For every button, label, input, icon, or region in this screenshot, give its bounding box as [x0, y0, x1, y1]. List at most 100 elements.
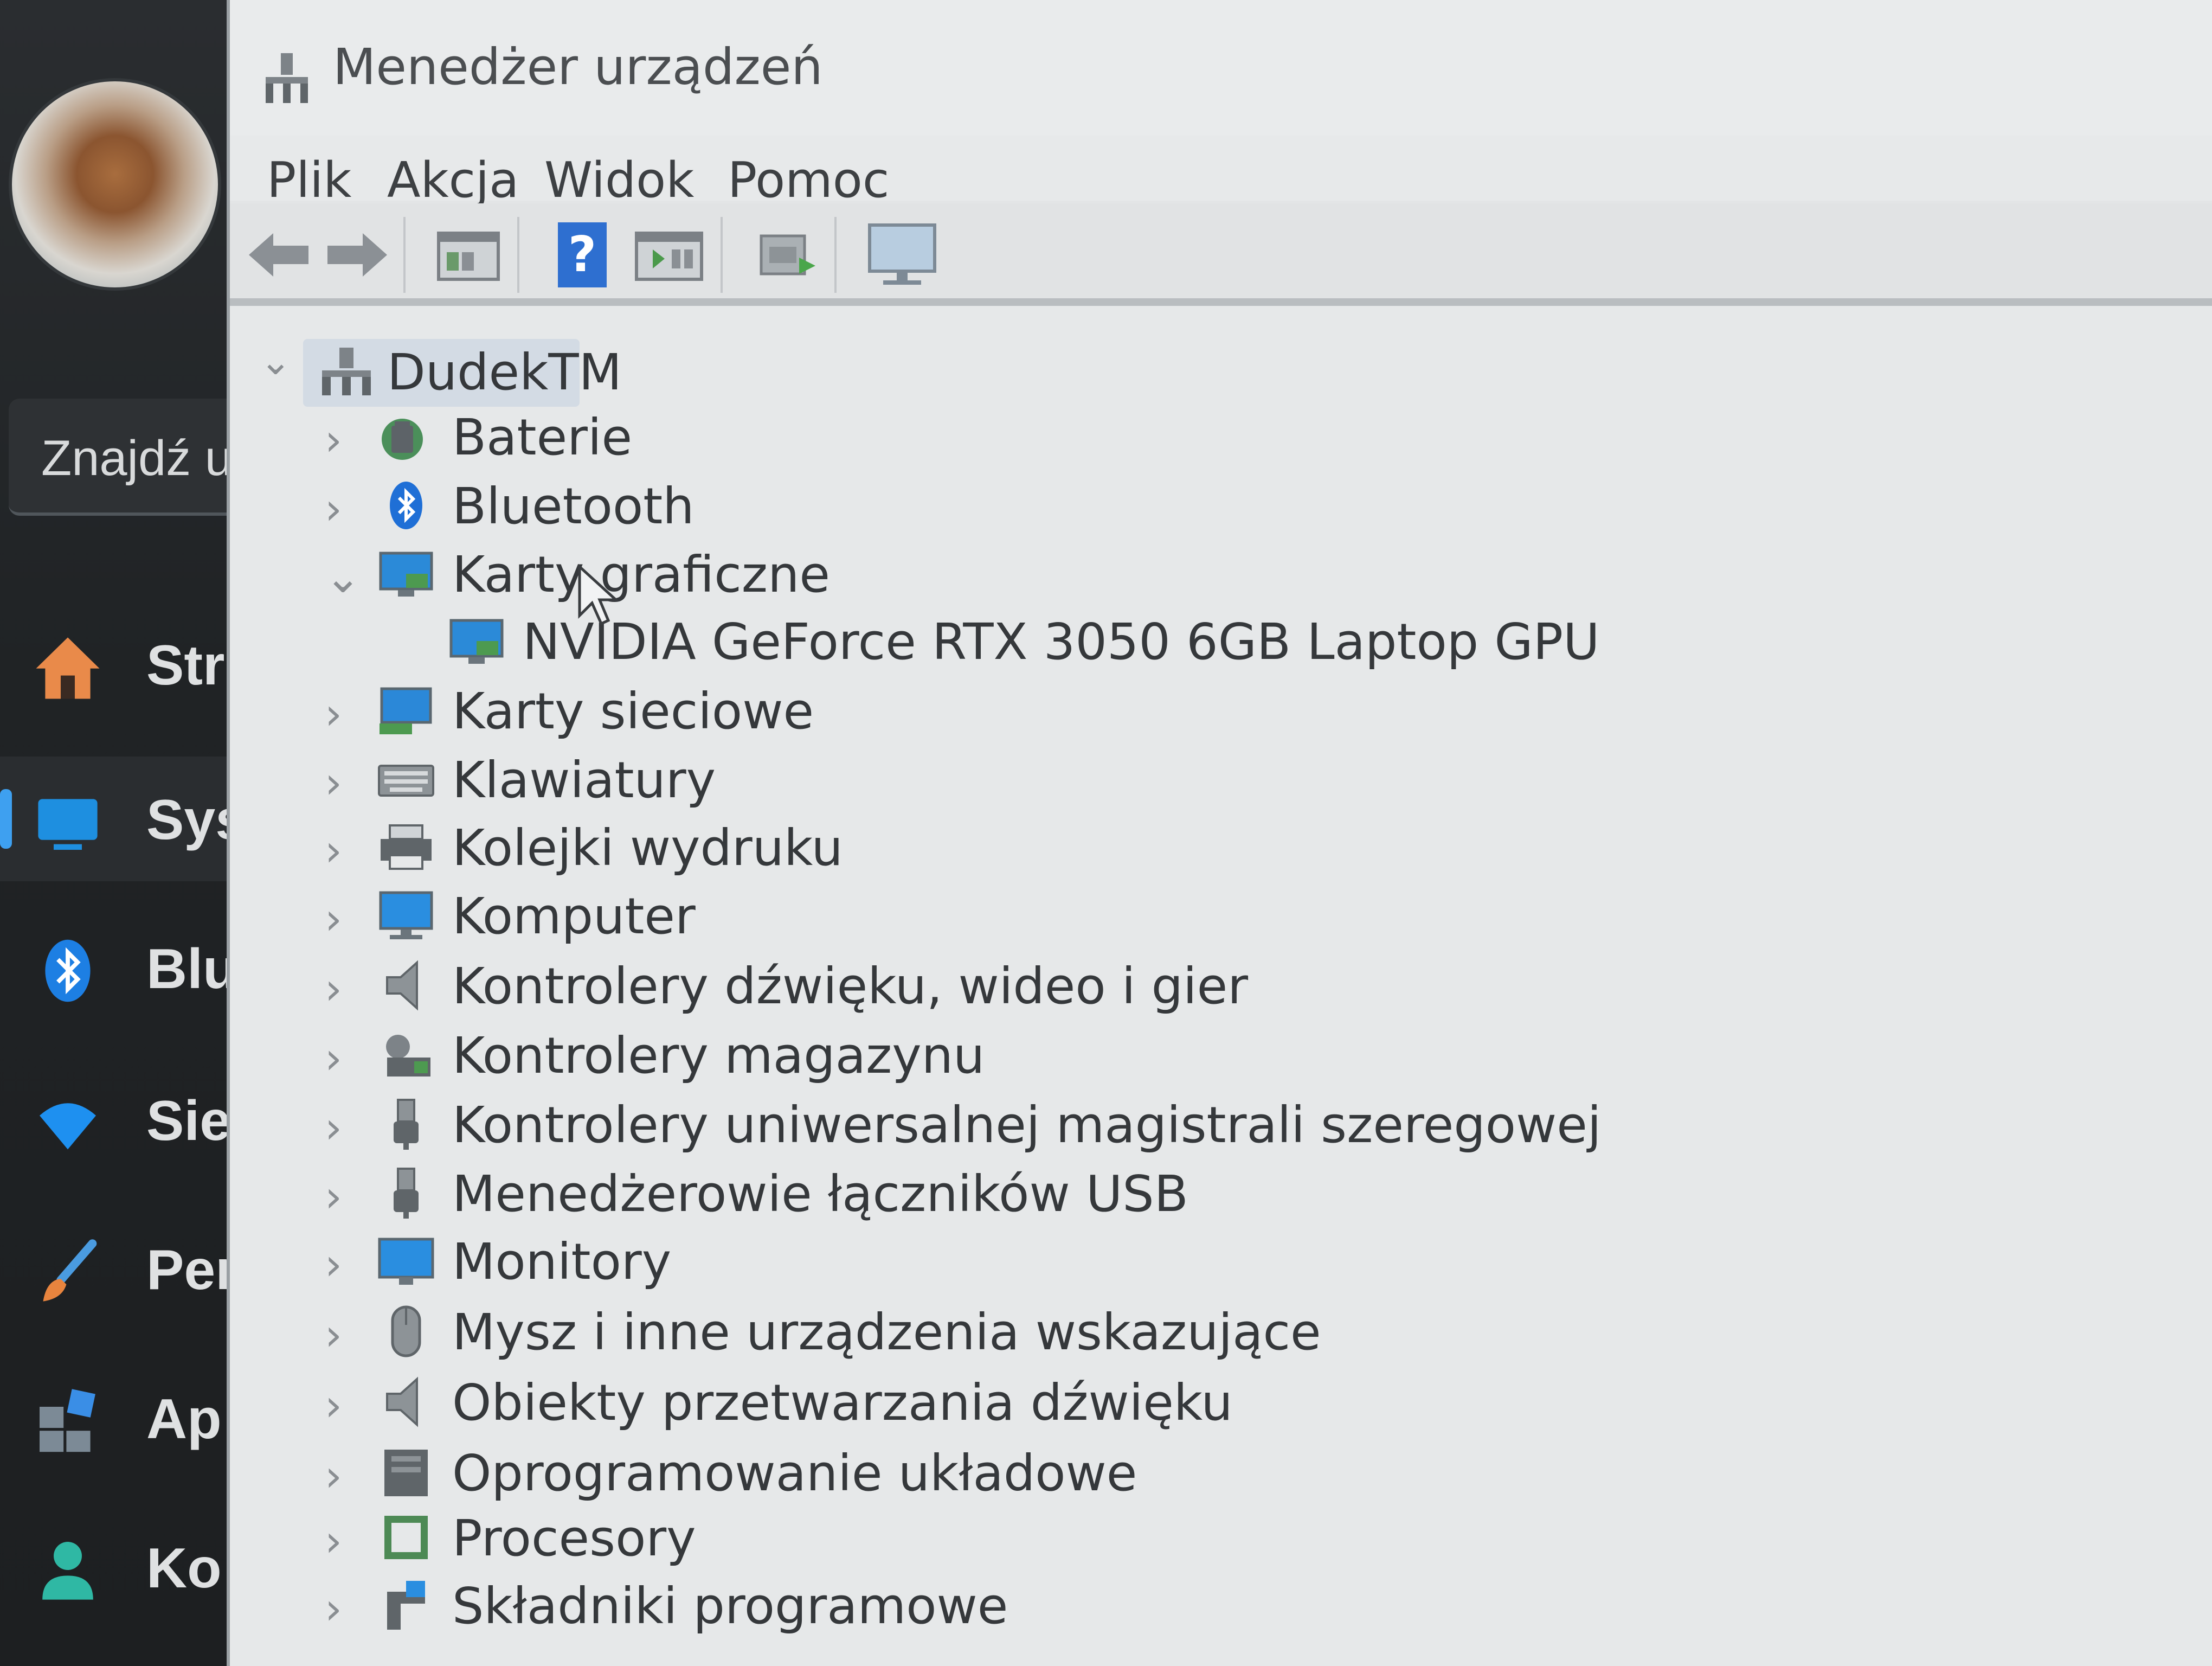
tree-node-usb-controllers[interactable]: › Kontrolery uniwersalnej magistrali sze…	[230, 1092, 2127, 1157]
tree-node-label: Kolejki wydruku	[452, 819, 843, 877]
expand-chevron-icon[interactable]: ›	[325, 964, 357, 1014]
display-adapter-icon	[379, 552, 433, 597]
expand-chevron-icon[interactable]: ›	[325, 758, 357, 808]
tree-node-label: Komputer	[452, 887, 696, 945]
expand-chevron-icon[interactable]: ›	[325, 689, 357, 739]
keyboard-icon	[378, 765, 434, 797]
collapse-chevron-icon[interactable]: ⌄	[325, 552, 361, 603]
tree-node-label: Kontrolery dźwięku, wideo i gier	[452, 957, 1249, 1015]
expand-chevron-icon[interactable]: ›	[325, 484, 357, 534]
usb-icon	[394, 1099, 419, 1150]
tree-node-monitors[interactable]: › Monitory	[230, 1228, 2127, 1293]
tree-node-label: Klawiatury	[452, 751, 716, 809]
help-icon[interactable]: ?	[544, 220, 620, 290]
tree-node-label: Karty graficzne	[452, 546, 831, 604]
tree-node-computer[interactable]: › Komputer	[230, 883, 2127, 948]
expand-chevron-icon[interactable]: ›	[325, 825, 357, 876]
expand-chevron-icon[interactable]: ›	[325, 415, 357, 465]
search-input-text: Znajdź u	[41, 431, 233, 486]
expand-chevron-icon[interactable]: ›	[325, 1103, 357, 1153]
tree-node-label: Mysz i inne urządzenia wskazujące	[452, 1303, 1321, 1361]
sidebar-item-system[interactable]: Sys	[0, 757, 247, 881]
menu-help[interactable]: Pomoc	[728, 152, 889, 209]
sidebar-item-label: Str	[146, 634, 225, 697]
expand-chevron-icon[interactable]: ›	[325, 1310, 357, 1360]
menu-action[interactable]: Akcja	[387, 152, 519, 209]
tree-node-processors[interactable]: › Procesory	[230, 1505, 2127, 1570]
sidebar-item-network[interactable]: Sie	[0, 1058, 233, 1182]
tree-node-label: Kontrolery magazynu	[452, 1027, 985, 1085]
properties-icon[interactable]	[430, 220, 506, 290]
tree-node-print-queues[interactable]: › Kolejki wydruku	[230, 815, 2127, 880]
sidebar-item-accounts[interactable]: Ko	[0, 1505, 233, 1630]
toolbar-separator	[517, 217, 519, 293]
system-icon	[38, 799, 98, 850]
toolbar-separator	[834, 217, 837, 293]
tree-node-label: Procesory	[452, 1509, 696, 1567]
menu-bar: Plik Akcja Widok Pomoc	[230, 136, 2212, 209]
tree-node-label: Obiekty przetwarzania dźwięku	[452, 1374, 1233, 1432]
display-adapter-icon	[449, 619, 504, 664]
menu-file[interactable]: Plik	[267, 152, 351, 209]
tree-node-mice[interactable]: › Mysz i inne urządzenia wskazujące	[230, 1299, 2127, 1364]
sidebar-item-label: Per	[146, 1239, 237, 1302]
usb-icon	[394, 1168, 419, 1219]
tree-node-bluetooth[interactable]: › Bluetooth	[230, 473, 2127, 538]
tree-node-label: NVIDIA GeForce RTX 3050 6GB Laptop GPU	[523, 613, 1600, 671]
sidebar-item-apps[interactable]: Ap	[0, 1356, 233, 1481]
tree-node-audio-processing[interactable]: › Obiekty przetwarzania dźwięku	[230, 1369, 2127, 1434]
home-icon	[36, 637, 100, 699]
monitor-icon[interactable]	[864, 220, 940, 290]
window-title: Menedżer urządzeń	[333, 38, 823, 96]
tree-node-gpu[interactable]: NVIDIA GeForce RTX 3050 6GB Laptop GPU	[230, 608, 2127, 674]
scan-hardware-icon[interactable]	[748, 220, 824, 290]
tree-node-display-adapters[interactable]: ⌄ Karty graficzne	[230, 541, 2127, 606]
tree-node-batteries[interactable]: › Baterie	[230, 404, 2127, 469]
tree-node-firmware[interactable]: › Oprogramowanie układowe	[230, 1440, 2127, 1505]
device-manager-icon	[266, 53, 308, 103]
expand-chevron-icon[interactable]: ›	[325, 894, 357, 944]
settings-sidebar: Znajdź u Str Sys Blu Sie Per Ap Ko	[0, 0, 247, 1666]
menu-view[interactable]: Widok	[544, 152, 694, 209]
expand-chevron-icon[interactable]: ›	[325, 1033, 357, 1084]
expand-chevron-icon[interactable]: ›	[325, 1451, 357, 1501]
collapse-chevron-icon[interactable]: ⌄	[260, 339, 292, 383]
expand-chevron-icon[interactable]: ›	[325, 1239, 357, 1290]
computer-icon	[379, 891, 433, 939]
tree-node-label: Składniki programowe	[452, 1577, 1008, 1635]
toolbar-separator	[403, 217, 406, 293]
tree-node-network-adapters[interactable]: › Karty sieciowe	[230, 678, 2127, 743]
search-input[interactable]: Znajdź u	[9, 399, 242, 516]
sidebar-item-label: Blu	[146, 938, 237, 1001]
expand-chevron-icon[interactable]: ›	[325, 1516, 357, 1566]
apps-icon	[40, 1389, 95, 1452]
speaker-icon	[386, 1376, 418, 1427]
sidebar-item-label: Ap	[146, 1388, 222, 1451]
update-driver-icon[interactable]	[631, 220, 707, 290]
back-arrow-icon[interactable]	[241, 220, 317, 290]
avatar[interactable]	[12, 81, 218, 287]
title-bar: Menedżer urządzeń	[230, 0, 2212, 136]
tree-node-keyboards[interactable]: › Klawiatury	[230, 747, 2127, 812]
mouse-cursor-icon	[578, 564, 620, 626]
forward-arrow-icon[interactable]	[319, 220, 395, 290]
tree-node-label: Oprogramowanie układowe	[452, 1444, 1137, 1502]
expand-chevron-icon[interactable]: ›	[325, 1380, 357, 1431]
sidebar-item-home[interactable]: Str	[0, 602, 233, 727]
software-component-icon	[387, 1581, 425, 1630]
wifi-icon	[40, 1103, 96, 1150]
tree-node-label: Karty sieciowe	[452, 682, 814, 740]
tree-node-software-components[interactable]: › Składniki programowe	[230, 1573, 2127, 1638]
active-indicator	[0, 789, 12, 849]
computer-tree-icon	[322, 348, 371, 395]
expand-chevron-icon[interactable]: ›	[325, 1171, 357, 1222]
sidebar-item-bluetooth[interactable]: Blu	[0, 906, 237, 1030]
tree-node-usb-connector-managers[interactable]: › Menedżerowie łączników USB	[230, 1161, 2127, 1226]
tree-node-label: Menedżerowie łączników USB	[452, 1165, 1188, 1223]
expand-chevron-icon[interactable]: ›	[325, 1584, 357, 1634]
tree-node-sound-controllers[interactable]: › Kontrolery dźwięku, wideo i gier	[230, 953, 2127, 1018]
tree-root-node[interactable]: ⌄ DudekTM	[230, 339, 2127, 404]
tree-node-storage-controllers[interactable]: › Kontrolery magazynu	[230, 1022, 2127, 1087]
sidebar-item-personalization[interactable]: Per	[0, 1207, 237, 1331]
tree-node-label: Bluetooth	[452, 477, 695, 535]
